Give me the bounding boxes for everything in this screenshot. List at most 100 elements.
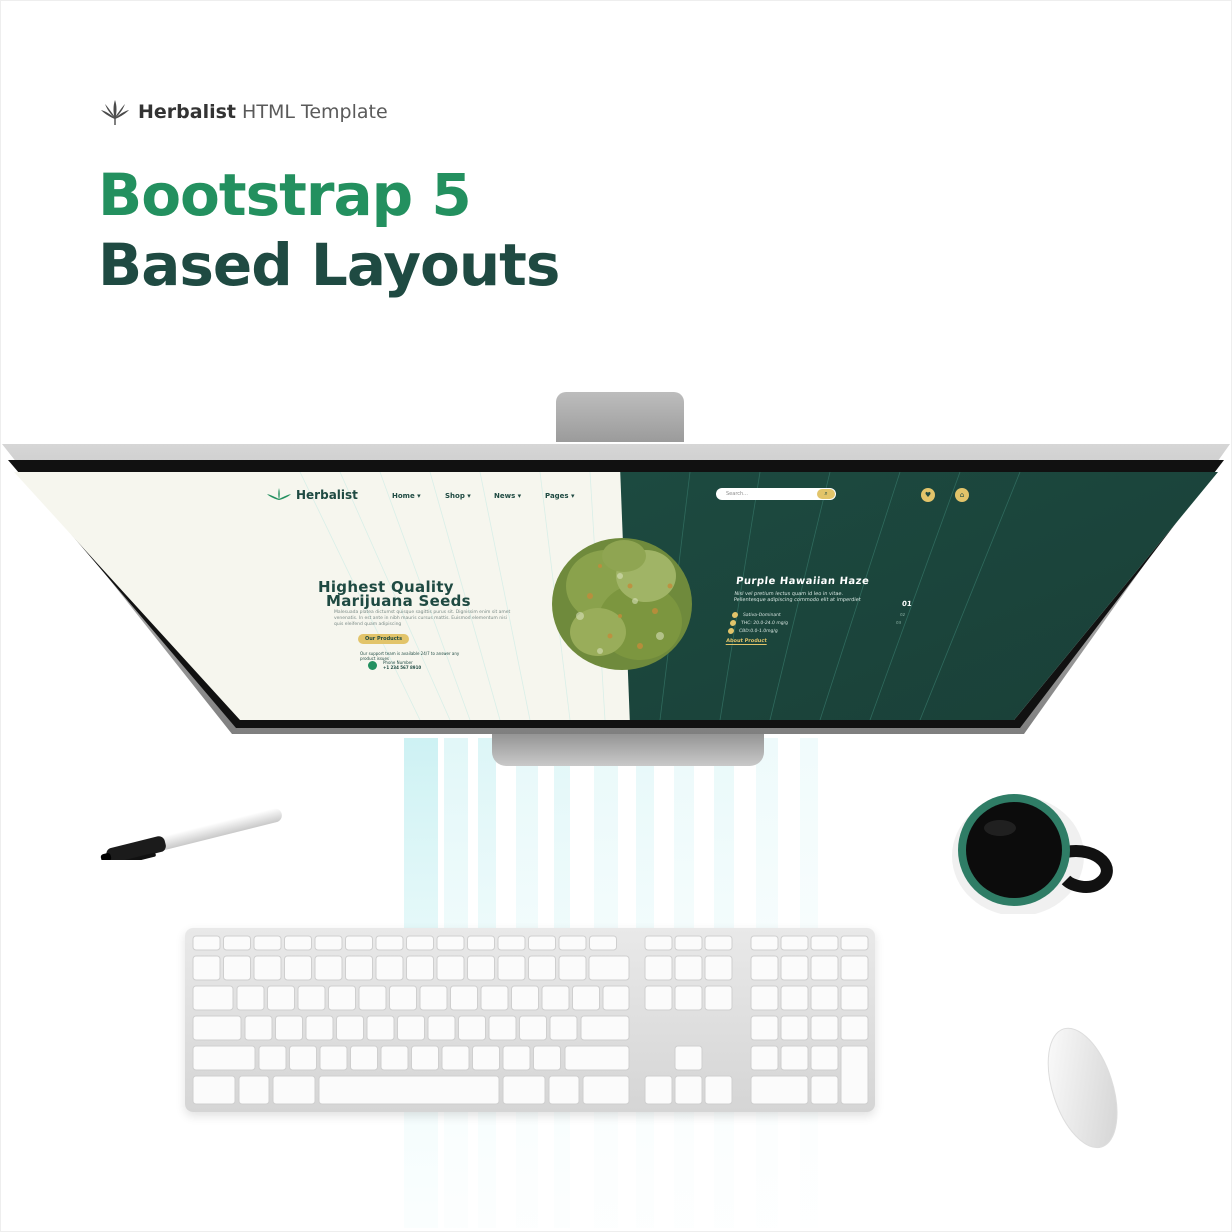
about-product-link[interactable]: About Product xyxy=(725,638,768,645)
keyboard-key xyxy=(267,985,295,1011)
keyboard-key xyxy=(319,1045,348,1071)
keyboard-key xyxy=(419,985,448,1011)
search-icon[interactable]: ⌕ xyxy=(817,489,835,499)
keyboard-key xyxy=(305,1015,334,1041)
keyboard-key xyxy=(840,1045,869,1105)
keyboard-key xyxy=(275,1015,303,1041)
keyboard-key xyxy=(366,1015,395,1041)
cart-icon[interactable]: ⌂ xyxy=(955,488,969,502)
headline-line-1: Bootstrap 5 xyxy=(98,161,472,229)
keyboard-key xyxy=(284,955,312,981)
product-index: 01 xyxy=(901,600,913,608)
keyboard-key xyxy=(192,1015,242,1041)
keyboard-key xyxy=(406,935,434,951)
monitor-stand-top xyxy=(556,392,684,442)
keyboard-key xyxy=(436,955,465,981)
keyboard-key xyxy=(314,955,343,981)
keyboard-key xyxy=(674,935,703,951)
keyboard-key xyxy=(358,985,387,1011)
keyboard-key xyxy=(380,1045,409,1071)
keyboard-key xyxy=(253,955,282,981)
keyboard-key xyxy=(192,985,234,1011)
keyboard-key xyxy=(558,955,587,981)
keyboard-key xyxy=(318,1075,500,1105)
keyboard-key xyxy=(389,985,417,1011)
keyboard-key xyxy=(780,1045,809,1071)
nav-pages[interactable]: Pages ▾ xyxy=(545,492,575,500)
keyboard-key xyxy=(480,985,509,1011)
keyboard-key xyxy=(467,935,495,951)
website-screen: Herbalist Home ▾ Shop ▾ News ▾ Pages ▾ H… xyxy=(0,436,1232,736)
keyboard-key xyxy=(750,1015,779,1041)
keyboard-key xyxy=(572,985,600,1011)
keyboard-key xyxy=(780,955,809,981)
search-input[interactable]: Search... ⌕ xyxy=(716,488,836,500)
spec-label: Sativa-Dominant xyxy=(742,612,782,618)
keyboard-key xyxy=(533,1045,561,1071)
keyboard-key xyxy=(750,1075,809,1105)
brand-line: Herbalist HTML Template xyxy=(100,98,388,126)
hero-title-line-2: Marijuana Seeds xyxy=(326,592,471,610)
keyboard-key xyxy=(674,955,703,981)
keyboard-key xyxy=(406,955,434,981)
keyboard-key xyxy=(497,935,526,951)
keyboard-key xyxy=(345,935,373,951)
keyboard xyxy=(185,928,875,1112)
keyboard-key xyxy=(704,1075,733,1105)
page-headline: Bootstrap 5 Based Layouts xyxy=(98,160,560,300)
keyboard-key xyxy=(427,1015,456,1041)
cannabis-leaf-icon xyxy=(267,488,291,500)
keyboard-key xyxy=(511,985,539,1011)
keyboard-key xyxy=(336,1015,364,1041)
screen-logo-text: Herbalist xyxy=(296,488,358,502)
keyboard-key xyxy=(223,935,251,951)
keyboard-key xyxy=(458,1015,486,1041)
keyboard-key xyxy=(780,1015,809,1041)
spec-number: 03 xyxy=(895,620,902,625)
phone-number: +1 234 567 8910 xyxy=(383,665,422,670)
keyboard-key xyxy=(411,1045,439,1071)
product-title: Purple Hawaiian Haze xyxy=(735,576,870,587)
search-placeholder: Search... xyxy=(726,491,748,497)
keyboard-key xyxy=(488,1015,517,1041)
marker-pen xyxy=(100,808,282,860)
keyboard-key xyxy=(272,1075,316,1105)
keyboard-key xyxy=(840,955,869,981)
keyboard-key xyxy=(840,935,869,951)
nav-shop[interactable]: Shop ▾ xyxy=(445,492,471,500)
keyboard-key xyxy=(502,1045,531,1071)
keyboard-key xyxy=(704,935,733,951)
hero-paragraph: Malesuada platea dictumst quisque sagitt… xyxy=(334,610,511,627)
keyboard-key xyxy=(840,985,869,1011)
keyboard-key xyxy=(441,1045,470,1071)
keyboard-key xyxy=(223,955,251,981)
keyboard-key xyxy=(192,1075,236,1105)
nav-news[interactable]: News ▾ xyxy=(494,492,521,500)
heart-icon[interactable]: ♥ xyxy=(921,488,935,502)
keyboard-key xyxy=(674,1075,703,1105)
keyboard-key xyxy=(549,1015,578,1041)
screen-logo[interactable]: Herbalist xyxy=(266,488,358,502)
spec-item: CBD:0.0-1.0mg/g xyxy=(727,628,778,634)
our-products-button[interactable]: Our Products xyxy=(358,634,410,644)
coffee-mug xyxy=(952,794,1113,914)
monitor: Herbalist Home ▾ Shop ▾ News ▾ Pages ▾ H… xyxy=(0,436,1232,736)
keyboard-key xyxy=(284,935,312,951)
keyboard-key xyxy=(192,1045,256,1071)
keyboard-key xyxy=(644,955,673,981)
keyboard-key xyxy=(450,985,478,1011)
keyboard-key xyxy=(602,985,630,1011)
keyboard-key xyxy=(541,985,570,1011)
keyboard-key xyxy=(582,1075,630,1105)
spec-item: Sativa-Dominant xyxy=(731,612,782,618)
nav-home[interactable]: Home ▾ xyxy=(392,492,421,500)
keyboard-key xyxy=(750,1045,779,1071)
keyboard-key xyxy=(297,985,326,1011)
spec-item: THC: 20.0-24.0 mg/g xyxy=(729,620,789,626)
keyboard-key xyxy=(289,1045,317,1071)
keyboard-key xyxy=(258,1045,287,1071)
brand-suffix: HTML Template xyxy=(242,101,388,123)
keyboard-key xyxy=(564,1045,630,1071)
keyboard-key xyxy=(350,1045,378,1071)
keyboard-keys xyxy=(192,935,869,1105)
